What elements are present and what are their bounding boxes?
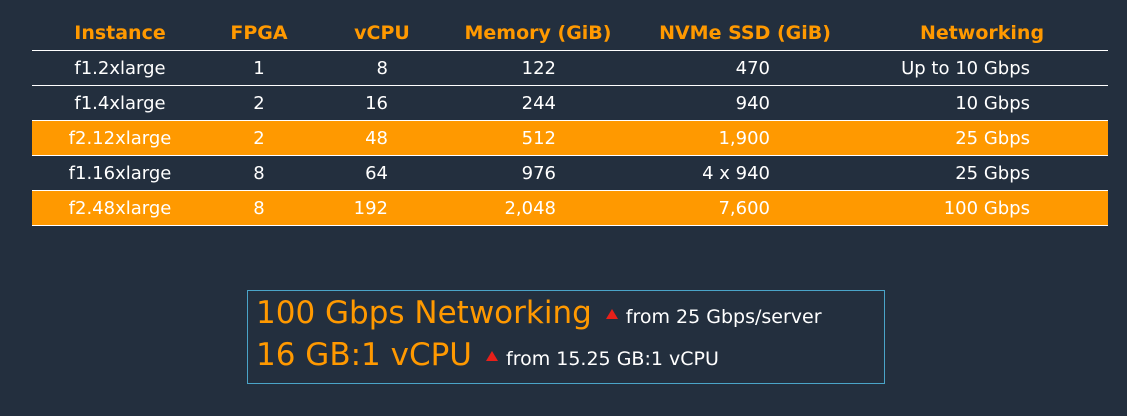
table-header-row: Instance FPGA vCPU Memory (GiB) NVMe SSD…: [32, 16, 1108, 51]
table-row: f2.12xlarge 2 48 512 1,900 25 Gbps: [32, 121, 1108, 156]
nvme-cell: 4 x 940: [702, 162, 770, 184]
column-header-instance: Instance: [74, 22, 166, 44]
column-header-fpga: FPGA: [230, 22, 288, 44]
fpga-cell: 2: [253, 127, 265, 149]
instance-comparison-table: Instance FPGA vCPU Memory (GiB) NVMe SSD…: [32, 16, 1108, 226]
instance-cell: f2.12xlarge: [68, 127, 172, 149]
instance-cell: f1.4xlarge: [74, 92, 166, 114]
vcpu-cell: 48: [365, 127, 388, 149]
memory-ratio-highlight: 16 GB:1 vCPU from 15.25 GB:1 vCPU: [256, 337, 719, 373]
networking-headline: 100 Gbps Networking: [256, 295, 592, 331]
column-header-vcpu: vCPU: [354, 22, 410, 44]
memory-cell: 976: [521, 162, 556, 184]
vcpu-cell: 16: [365, 92, 388, 114]
table-row: f1.16xlarge 8 64 976 4 x 940 25 Gbps: [32, 156, 1108, 191]
memory-cell: 122: [521, 57, 556, 79]
table-row: f2.48xlarge 8 192 2,048 7,600 100 Gbps: [32, 191, 1108, 226]
fpga-cell: 2: [253, 92, 265, 114]
networking-cell: 25 Gbps: [955, 127, 1030, 149]
instance-cell: f1.2xlarge: [74, 57, 166, 79]
column-header-memory: Memory (GiB): [464, 22, 612, 44]
column-header-networking: Networking: [919, 22, 1045, 44]
memory-cell: 244: [521, 92, 556, 114]
nvme-cell: 1,900: [718, 127, 770, 149]
red-up-triangle-icon: [486, 351, 498, 361]
memory-ratio-headline: 16 GB:1 vCPU: [256, 337, 472, 373]
fpga-cell: 8: [253, 197, 265, 219]
networking-detail: from 25 Gbps/server: [625, 306, 822, 328]
networking-highlight: 100 Gbps Networking from 25 Gbps/server: [256, 295, 822, 331]
fpga-cell: 8: [253, 162, 265, 184]
vcpu-cell: 64: [365, 162, 388, 184]
table-row: f1.4xlarge 2 16 244 940 10 Gbps: [32, 86, 1108, 121]
networking-cell: Up to 10 Gbps: [901, 57, 1030, 79]
instance-cell: f2.48xlarge: [68, 197, 172, 219]
nvme-cell: 7,600: [718, 197, 770, 219]
networking-cell: 100 Gbps: [943, 197, 1030, 219]
table-row: f1.2xlarge 1 8 122 470 Up to 10 Gbps: [32, 51, 1108, 86]
column-header-nvme: NVMe SSD (GiB): [659, 22, 831, 44]
networking-cell: 10 Gbps: [955, 92, 1030, 114]
memory-cell: 512: [521, 127, 556, 149]
red-up-triangle-icon: [605, 309, 618, 319]
vcpu-cell: 192: [353, 197, 388, 219]
nvme-cell: 470: [735, 57, 770, 79]
networking-cell: 25 Gbps: [955, 162, 1030, 184]
memory-cell: 2,048: [504, 197, 556, 219]
nvme-cell: 940: [735, 92, 770, 114]
instance-cell: f1.16xlarge: [68, 162, 172, 184]
highlights-callout: 100 Gbps Networking from 25 Gbps/server …: [247, 290, 885, 384]
fpga-cell: 1: [253, 57, 265, 79]
memory-ratio-detail: from 15.25 GB:1 vCPU: [506, 348, 719, 370]
vcpu-cell: 8: [376, 57, 388, 79]
